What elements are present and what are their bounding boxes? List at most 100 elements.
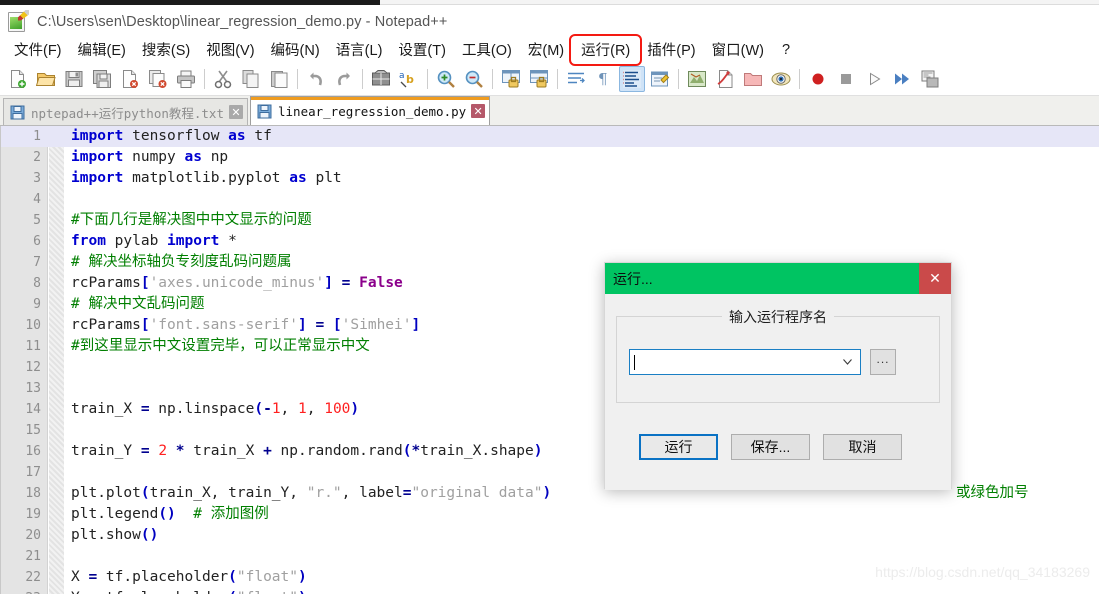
code-line[interactable]: 2import numpy as np <box>1 147 1099 168</box>
title-bar: C:\Users\sen\Desktop\linear_regression_d… <box>0 5 1099 38</box>
code-text: train_Y = 2 * train_X + np.random.rand(*… <box>71 441 542 462</box>
close-all-icon[interactable] <box>145 66 171 92</box>
undo-icon[interactable] <box>303 66 329 92</box>
document-map-icon[interactable] <box>684 66 710 92</box>
code-text: #到这里显示中文设置完毕，可以正常显示中文 <box>71 336 370 357</box>
redo-icon[interactable] <box>331 66 357 92</box>
line-number: 15 <box>1 420 41 441</box>
code-line[interactable]: 20plt.show() <box>1 525 1099 546</box>
code-line[interactable]: 5#下面几行是解决图中中文显示的问题 <box>1 210 1099 231</box>
macro-stop-icon[interactable] <box>833 66 859 92</box>
code-line[interactable]: 3import matplotlib.pyplot as plt <box>1 168 1099 189</box>
new-file-icon[interactable] <box>5 66 31 92</box>
sync-horizontal-icon[interactable] <box>526 66 552 92</box>
browse-button[interactable]: ... <box>870 349 896 375</box>
program-name-row: ... <box>629 349 896 375</box>
save-all-icon[interactable] <box>89 66 115 92</box>
open-file-icon[interactable] <box>33 66 59 92</box>
svg-text:¶: ¶ <box>598 70 608 88</box>
macro-playmulti-icon[interactable] <box>889 66 915 92</box>
run-dialog[interactable]: 运行... ✕ 输入运行程序名 ... 运行保存... 取消 <box>604 262 952 489</box>
macro-record-icon[interactable] <box>805 66 831 92</box>
code-text: #下面几行是解决图中中文显示的问题 <box>71 210 312 231</box>
close-file-icon[interactable] <box>117 66 143 92</box>
menu-tools[interactable]: 工具(O) <box>454 38 520 62</box>
folder-as-workspace-icon[interactable] <box>740 66 766 92</box>
program-name-combobox[interactable] <box>629 349 861 375</box>
code-text: rcParams['font.sans-serif'] = ['Simhei'] <box>71 315 420 336</box>
window-title: C:\Users\sen\Desktop\linear_regression_d… <box>37 14 447 30</box>
show-all-chars-icon[interactable]: ¶ <box>591 66 617 92</box>
code-text: # 解决中文乱码问题 <box>71 294 204 315</box>
line-number: 21 <box>1 546 41 567</box>
dialog-run-button[interactable]: 运行 <box>639 434 718 460</box>
menu-help[interactable]: ? <box>772 41 798 60</box>
copy-icon[interactable] <box>238 66 264 92</box>
line-number: 17 <box>1 462 41 483</box>
code-line[interactable]: 23Y = tf.placeholder("float") <box>1 588 1099 594</box>
code-text: plt.plot(train_X, train_Y, "r.", label="… <box>71 483 551 504</box>
word-wrap-icon[interactable] <box>563 66 589 92</box>
line-number: 4 <box>1 189 41 210</box>
menu-search[interactable]: 搜索(S) <box>134 38 198 62</box>
chevron-down-icon[interactable] <box>843 359 852 365</box>
line-number: 13 <box>1 378 41 399</box>
code-text: rcParams['axes.unicode_minus'] = False <box>71 273 403 294</box>
print-icon[interactable] <box>173 66 199 92</box>
menu-file[interactable]: 文件(F) <box>6 38 70 62</box>
tab-close-icon[interactable]: ✕ <box>229 105 243 119</box>
menu-settings[interactable]: 设置(T) <box>390 38 454 62</box>
paste-icon[interactable] <box>266 66 292 92</box>
line-number: 20 <box>1 525 41 546</box>
find-icon[interactable] <box>368 66 394 92</box>
replace-icon[interactable]: ab <box>396 66 422 92</box>
tab-notepad-tutorial[interactable]: nptepad++运行python教程.txt✕ <box>3 98 248 125</box>
function-list-icon[interactable] <box>712 66 738 92</box>
line-number: 14 <box>1 399 41 420</box>
text-cursor <box>634 355 635 370</box>
user-language-icon[interactable] <box>647 66 673 92</box>
line-number: 22 <box>1 567 41 588</box>
cut-icon[interactable] <box>210 66 236 92</box>
menu-encoding[interactable]: 编码(N) <box>263 38 328 62</box>
sync-vertical-icon[interactable] <box>498 66 524 92</box>
dialog-save-button[interactable]: 保存... <box>731 434 810 460</box>
menu-window[interactable]: 窗口(W) <box>704 38 772 62</box>
zoom-in-icon[interactable] <box>433 66 459 92</box>
toolbar-separator <box>362 69 363 89</box>
zoom-out-icon[interactable] <box>461 66 487 92</box>
line-number: 11 <box>1 336 41 357</box>
menu-run[interactable]: 运行(R) <box>572 37 639 63</box>
menu-edit[interactable]: 编辑(E) <box>70 38 134 62</box>
code-line[interactable]: 6from pylab import * <box>1 231 1099 252</box>
run-dialog-buttons: 运行保存... 取消 <box>605 434 951 460</box>
save-disk-icon <box>10 105 25 120</box>
tab-close-icon[interactable]: ✕ <box>471 104 485 118</box>
code-line[interactable]: 1import tensorflow as tf <box>1 126 1099 147</box>
line-number: 19 <box>1 504 41 525</box>
program-name-label: 输入运行程序名 <box>722 307 834 327</box>
line-number: 6 <box>1 231 41 252</box>
line-number: 7 <box>1 252 41 273</box>
menu-view[interactable]: 视图(V) <box>198 38 262 62</box>
toolbar-separator <box>204 69 205 89</box>
indent-guide-icon[interactable] <box>619 66 645 92</box>
line-number: 1 <box>1 126 41 147</box>
menu-macro[interactable]: 宏(M) <box>520 38 572 62</box>
macro-play-icon[interactable] <box>861 66 887 92</box>
macro-save-icon[interactable] <box>917 66 943 92</box>
tab-linear-regression-demo[interactable]: linear_regression_demo.py✕ <box>250 96 490 125</box>
dialog-cancel-button[interactable]: 取消 <box>823 434 902 460</box>
run-dialog-titlebar: 运行... ✕ <box>605 263 951 294</box>
code-line[interactable]: 4 <box>1 189 1099 210</box>
overflow-comment: 或绿色加号 <box>956 483 1029 504</box>
notepadpp-icon <box>7 11 29 33</box>
menu-plugins[interactable]: 插件(P) <box>639 38 703 62</box>
menu-language[interactable]: 语言(L) <box>328 38 391 62</box>
menu-bar: 文件(F)编辑(E)搜索(S)视图(V)编码(N)语言(L)设置(T)工具(O)… <box>0 38 1099 62</box>
monitoring-icon[interactable] <box>768 66 794 92</box>
line-number: 23 <box>1 588 41 594</box>
save-icon[interactable] <box>61 66 87 92</box>
code-line[interactable]: 19plt.legend() # 添加图例 <box>1 504 1099 525</box>
close-icon[interactable]: ✕ <box>919 263 951 294</box>
